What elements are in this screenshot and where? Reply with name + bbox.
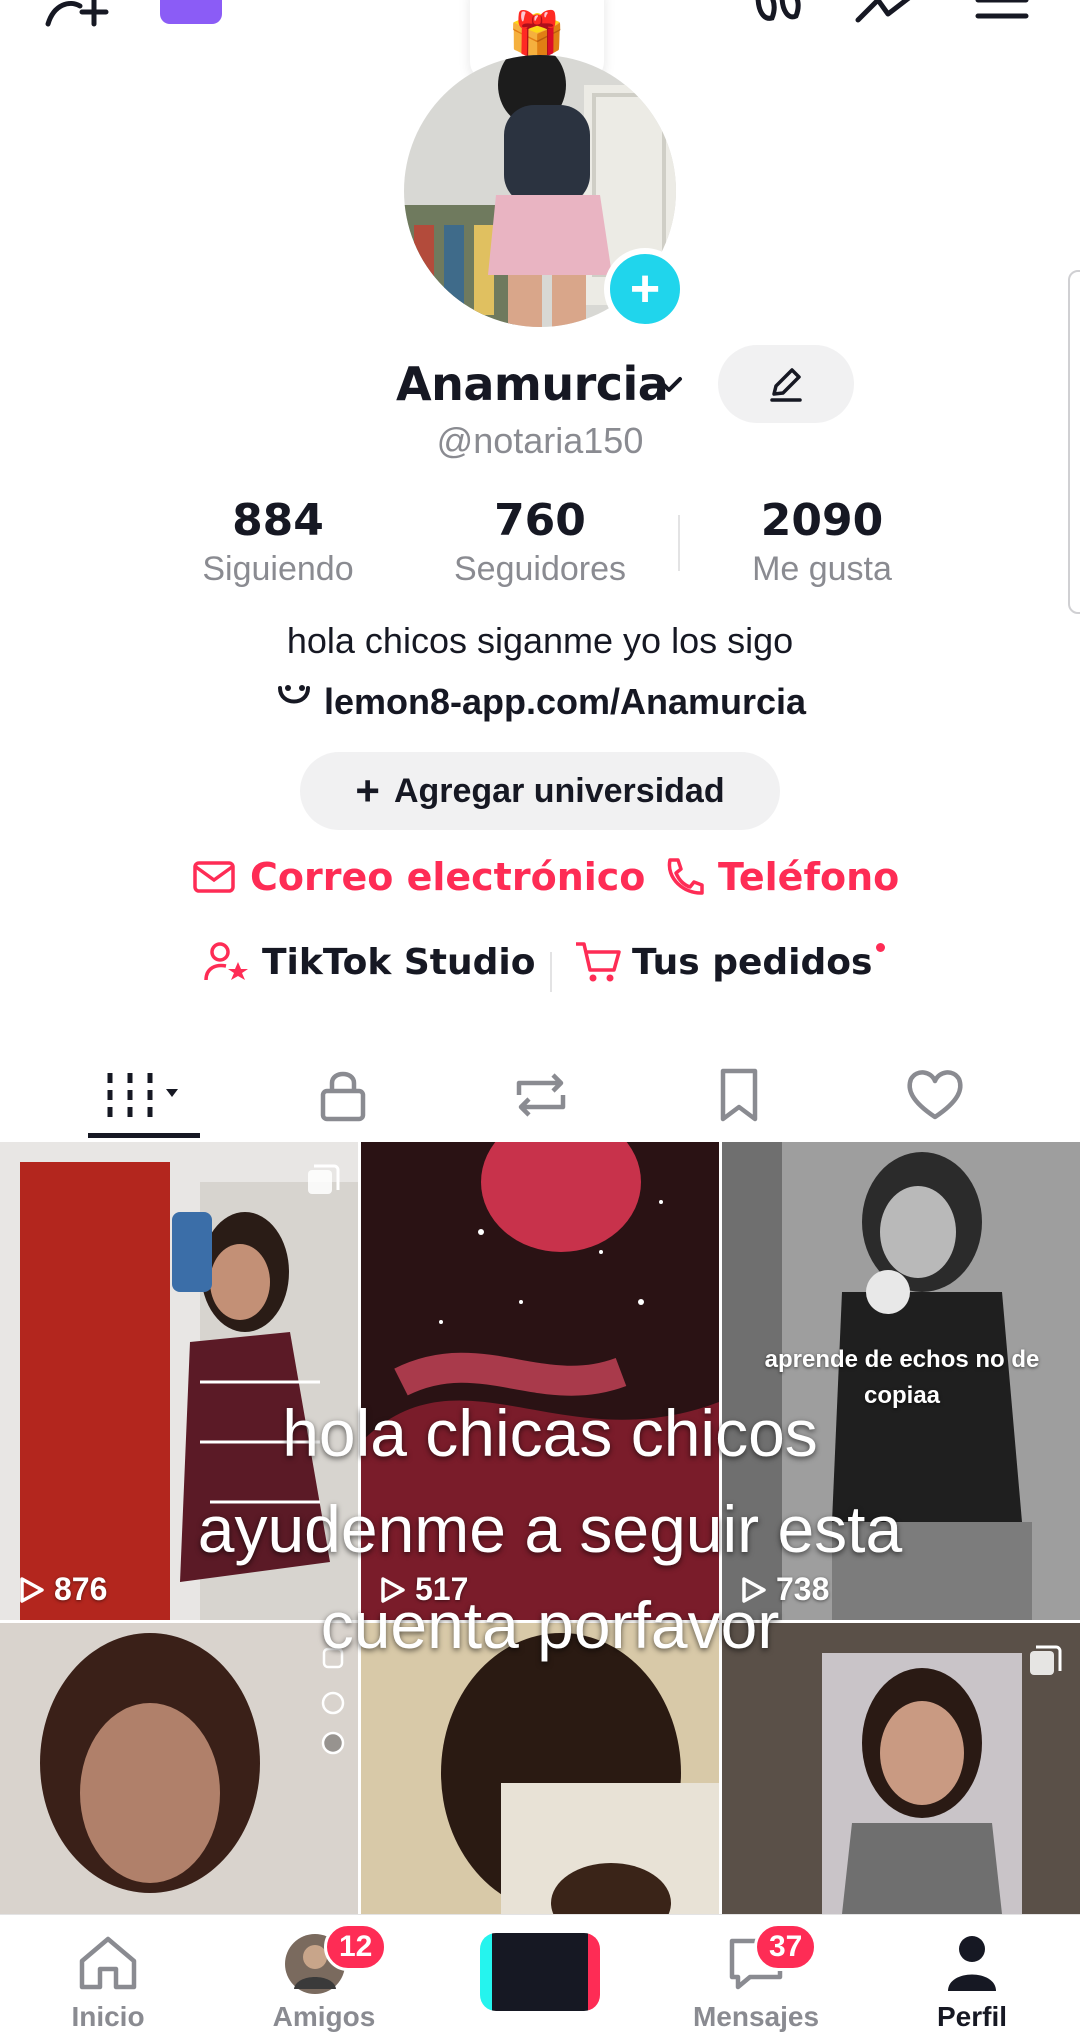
profile-stats: 884 Siguiendo 760 Seguidores 2090 Me gus…	[150, 495, 930, 605]
notification-dot	[876, 942, 886, 952]
studio-divider	[550, 952, 552, 992]
tab-private[interactable]	[278, 1045, 408, 1145]
nav-label: Mensajes	[692, 2001, 820, 2032]
add-university-label: Agregar universidad	[393, 771, 725, 810]
repost-icon	[516, 1073, 566, 1117]
multi-photo-icon	[1030, 1645, 1062, 1675]
create-button-icon	[480, 1933, 600, 2011]
nav-label: Amigos	[272, 2001, 376, 2032]
stat-label: Siguiendo	[202, 550, 354, 588]
tiktok-studio-button[interactable]: TikTok Studio	[204, 940, 535, 984]
studio-row: TikTok Studio Tus pedidos	[0, 940, 1080, 1000]
name-row: Anamurcia	[0, 345, 1080, 425]
tab-videos[interactable]	[80, 1045, 210, 1145]
phone-label: Teléfono	[718, 855, 900, 899]
link-text: lemon8-app.com/Anamurcia	[323, 681, 807, 722]
orders-label: Tus pedidos	[632, 941, 873, 983]
orders-button[interactable]: Tus pedidos	[574, 940, 886, 984]
stat-following[interactable]: 884 Siguiendo	[158, 495, 398, 589]
studio-user-star-icon	[204, 942, 248, 981]
plus-icon: +	[355, 767, 380, 814]
bio-link[interactable]: lemon8-app.com/Anamurcia	[0, 680, 1080, 723]
stat-likes[interactable]: 2090 Me gusta	[702, 495, 942, 589]
view-count: 876	[16, 1571, 107, 1608]
music-badge-icon[interactable]	[160, 0, 222, 24]
chevron-down-icon[interactable]	[652, 367, 686, 401]
mail-icon	[193, 861, 235, 893]
tab-liked[interactable]	[870, 1045, 1000, 1145]
pencil-icon	[770, 368, 802, 402]
username-handle: @notaria150	[436, 420, 644, 461]
stat-divider	[678, 515, 680, 571]
nav-label: Perfil	[936, 2001, 1008, 2032]
edit-profile-button[interactable]	[718, 345, 854, 423]
phone-icon	[667, 858, 704, 895]
nav-inbox[interactable]: 37 Mensajes	[656, 1915, 856, 2033]
scroll-indicator[interactable]	[1068, 270, 1080, 614]
home-icon	[79, 1936, 137, 1990]
cart-icon	[576, 942, 621, 982]
friends-badge: 12	[324, 1923, 388, 1971]
email-label: Correo electrónico	[250, 855, 646, 899]
nav-friends[interactable]: 12 Amigos	[224, 1915, 424, 2033]
add-avatar-button[interactable]: +	[604, 248, 686, 330]
stat-value: 2090	[760, 495, 884, 546]
lock-icon	[320, 1071, 366, 1122]
email-button[interactable]: Correo electrónico	[192, 855, 645, 899]
display-name[interactable]: Anamurcia	[396, 357, 669, 411]
profile-tabs	[0, 1045, 1080, 1145]
contact-row: Correo electrónico Teléfono	[0, 855, 1080, 915]
stat-value: 884	[232, 495, 324, 546]
overlay-caption: hola chicas chicos ayudenme a seguir est…	[197, 1396, 903, 1662]
messages-badge: 37	[754, 1923, 818, 1971]
studio-label: TikTok Studio	[262, 941, 536, 983]
bio-text: hola chicos siganme yo los sigo	[286, 620, 794, 661]
smile-link-icon	[274, 680, 314, 723]
bookmark-icon	[720, 1068, 758, 1122]
stat-value: 760	[494, 495, 586, 546]
nav-create[interactable]	[440, 1915, 640, 2033]
footprint-icon[interactable]	[752, 0, 804, 28]
tab-saved[interactable]	[674, 1045, 804, 1145]
stat-label: Seguidores	[453, 550, 626, 588]
nav-home[interactable]: Inicio	[8, 1915, 208, 2033]
phone-button[interactable]: Teléfono	[662, 855, 899, 899]
menu-icon[interactable]	[974, 0, 1030, 24]
tab-reposts[interactable]	[476, 1045, 606, 1145]
add-university-button[interactable]: + Agregar universidad	[300, 752, 780, 830]
videos-grid-icon	[107, 1073, 178, 1117]
play-icon	[20, 1576, 44, 1603]
profile-person-icon	[948, 1936, 996, 1991]
stats-icon[interactable]	[854, 0, 920, 28]
stat-followers[interactable]: 760 Seguidores	[420, 495, 660, 589]
add-friend-icon[interactable]	[44, 0, 114, 34]
bottom-nav: Inicio 12 Amigos 37 Mensajes Perfil	[0, 1914, 1080, 2033]
nav-label: Inicio	[71, 2001, 145, 2032]
active-tab-indicator	[88, 1133, 200, 1138]
stat-label: Me gusta	[752, 550, 892, 588]
nav-profile[interactable]: Perfil	[872, 1915, 1072, 2033]
heart-icon	[907, 1070, 963, 1120]
multi-photo-icon	[308, 1164, 340, 1194]
